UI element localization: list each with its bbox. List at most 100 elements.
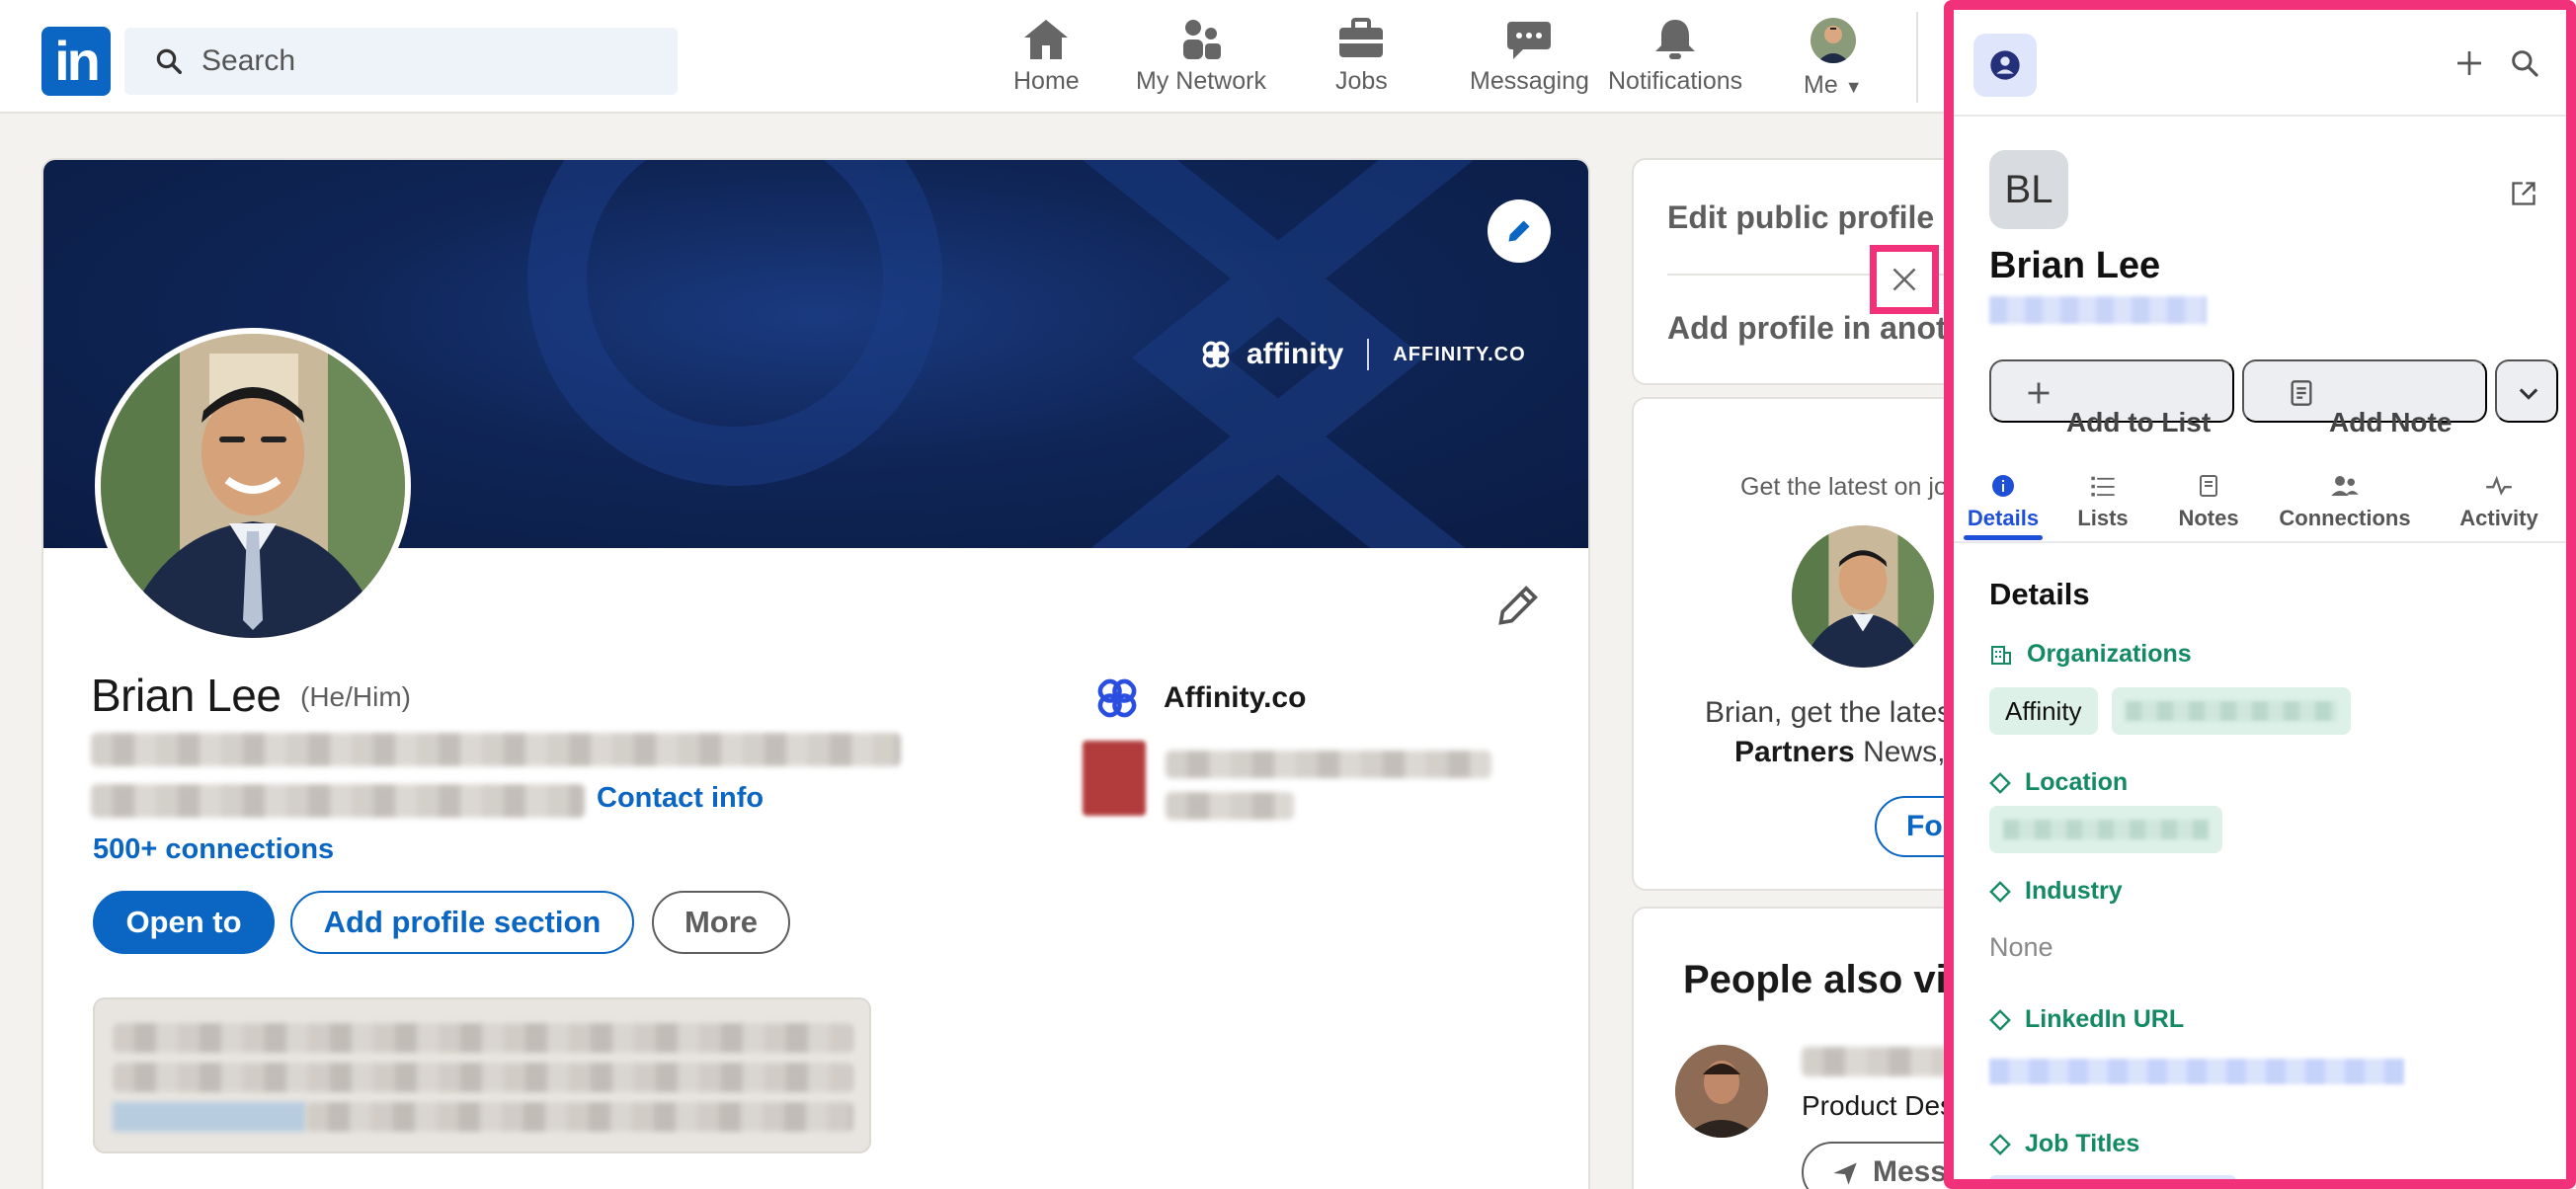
panel-person-name: Brian Lee bbox=[1989, 245, 2161, 286]
edit-banner-button[interactable] bbox=[1488, 199, 1551, 263]
open-to-button[interactable]: Open to bbox=[93, 891, 275, 954]
nav-notifications[interactable]: Notifications bbox=[1608, 18, 1742, 101]
bell-icon bbox=[1655, 20, 1696, 59]
details-heading: Details bbox=[1989, 577, 2090, 611]
contact-info-link[interactable]: Contact info bbox=[597, 782, 764, 815]
nav-jobs[interactable]: Jobs bbox=[1335, 18, 1388, 101]
nav-label: Jobs bbox=[1335, 67, 1388, 95]
linkedin-logo[interactable]: in bbox=[41, 27, 111, 96]
school-redacted-2 bbox=[1166, 792, 1294, 820]
search-icon bbox=[156, 48, 182, 74]
nav-label: Messaging bbox=[1470, 67, 1589, 95]
organization-chip[interactable]: Affinity bbox=[1989, 687, 2098, 735]
banner-affinity-logo: affinity AFFINITY.CO bbox=[1199, 338, 1526, 371]
building-icon bbox=[1991, 645, 2011, 665]
nav-me[interactable]: Me ▼ bbox=[1804, 18, 1863, 101]
search-bar[interactable] bbox=[124, 28, 678, 95]
school-redacted bbox=[1166, 751, 1491, 778]
close-panel-button[interactable] bbox=[1870, 245, 1939, 314]
diamond-icon bbox=[1989, 1133, 2011, 1155]
location-label: Location bbox=[1989, 768, 2128, 797]
job-titles-label: Job Titles bbox=[1989, 1130, 2139, 1158]
add-note-button[interactable]: Add Note bbox=[2242, 359, 2487, 437]
plus-icon[interactable] bbox=[2454, 47, 2485, 79]
list-icon bbox=[2091, 476, 2115, 497]
location-chip-redacted[interactable] bbox=[1989, 806, 2222, 853]
search-icon[interactable] bbox=[2509, 47, 2540, 79]
add-profile-language-link[interactable]: Add profile in another language bbox=[1667, 310, 1985, 347]
messaging-icon bbox=[1507, 22, 1552, 59]
diamond-icon bbox=[1989, 880, 2011, 903]
industry-value[interactable]: None bbox=[1989, 932, 2053, 963]
panel-toolbar bbox=[1954, 10, 2566, 117]
newsletter-card: Get the latest on jobs Brian, get the la… bbox=[1632, 397, 1987, 891]
info-icon bbox=[1992, 475, 2014, 497]
nav-my-network[interactable]: My Network bbox=[1136, 18, 1266, 101]
people-icon bbox=[2331, 476, 2359, 496]
people-icon bbox=[1182, 20, 1221, 59]
note-icon bbox=[2200, 475, 2217, 497]
edit-intro-button[interactable] bbox=[1495, 585, 1539, 633]
tab-connections[interactable]: Connections bbox=[2276, 472, 2414, 531]
plus-icon bbox=[2028, 382, 2050, 404]
open-to-work-box[interactable] bbox=[93, 997, 871, 1153]
job-title-redacted[interactable] bbox=[1989, 1175, 2236, 1179]
more-button[interactable]: More bbox=[652, 891, 790, 954]
edit-public-profile-link[interactable]: Edit public profile & URL bbox=[1667, 199, 1985, 236]
activity-icon bbox=[2486, 475, 2512, 496]
search-input[interactable] bbox=[201, 28, 656, 95]
nav-label: Notifications bbox=[1608, 67, 1743, 95]
location-redacted bbox=[91, 784, 585, 818]
tab-notes[interactable]: Notes bbox=[2169, 472, 2248, 531]
add-profile-section-button[interactable]: Add profile section bbox=[290, 891, 634, 954]
nav-messaging[interactable]: Messaging bbox=[1470, 18, 1589, 101]
nav-home[interactable]: Home bbox=[1013, 18, 1080, 101]
home-icon bbox=[1024, 20, 1069, 59]
external-link-icon[interactable] bbox=[2510, 180, 2537, 207]
briefcase-icon bbox=[1339, 18, 1384, 57]
note-icon bbox=[2291, 380, 2312, 406]
send-icon bbox=[1833, 1162, 1857, 1185]
person-avatar[interactable] bbox=[1675, 1045, 1768, 1138]
organization-chip-redacted[interactable] bbox=[2112, 687, 2351, 735]
email-redacted bbox=[1989, 296, 2207, 324]
school-logo-redacted bbox=[1083, 741, 1146, 816]
me-avatar bbox=[1810, 18, 1856, 63]
chevron-down-icon: ▼ bbox=[1844, 77, 1863, 97]
newsletter-avatar bbox=[1792, 525, 1934, 668]
organizations-label: Organizations bbox=[1989, 640, 2192, 669]
nav-label: Me ▼ bbox=[1804, 71, 1863, 99]
chevron-down-icon bbox=[2519, 388, 2538, 400]
profile-card: affinity AFFINITY.CO Brian Lee (He/Him) bbox=[41, 158, 1590, 1189]
affinity-logo-icon bbox=[1097, 678, 1137, 718]
profile-pronouns: (He/Him) bbox=[300, 681, 411, 712]
linkedin-url-label: LinkedIn URL bbox=[1989, 1005, 2184, 1034]
industry-label: Industry bbox=[1989, 877, 2123, 906]
affinity-logo-icon bbox=[1202, 341, 1230, 368]
add-to-list-button[interactable]: Add to List bbox=[1989, 359, 2234, 437]
nav-divider bbox=[1916, 12, 1918, 103]
diamond-icon bbox=[1989, 1008, 2011, 1031]
linkedin-url-redacted[interactable] bbox=[1989, 1059, 2404, 1084]
current-company[interactable]: Affinity.co bbox=[1092, 674, 1306, 723]
newsletter-text: Brian, get the latest Partners News, bbox=[1705, 696, 1961, 768]
diamond-icon bbox=[1989, 771, 2011, 794]
connections-link[interactable]: 500+ connections bbox=[93, 833, 334, 866]
pencil-icon bbox=[1508, 220, 1530, 242]
profile-photo[interactable] bbox=[95, 328, 411, 644]
headline-redacted bbox=[91, 733, 901, 766]
people-also-viewed-title: People also viewed bbox=[1683, 958, 1985, 1001]
people-also-viewed-card: People also viewed Product Designer Mess… bbox=[1632, 907, 1987, 1189]
user-profile-button[interactable] bbox=[1973, 34, 2037, 97]
tab-lists[interactable]: Lists bbox=[2068, 472, 2137, 531]
person-initials-avatar: BL bbox=[1989, 150, 2068, 229]
active-tab-indicator bbox=[1964, 535, 2043, 540]
pencil-icon bbox=[1498, 586, 1538, 625]
tab-details[interactable]: Details bbox=[1964, 472, 2043, 531]
user-circle-icon bbox=[1990, 50, 2020, 80]
newsletter-tagline: Get the latest on jobs bbox=[1740, 473, 1974, 501]
nav-label: Home bbox=[1013, 67, 1080, 95]
affinity-side-panel: BL Brian Lee Add to List Add Note Detail… bbox=[1944, 0, 2576, 1189]
tab-activity[interactable]: Activity bbox=[2448, 472, 2550, 531]
more-actions-button[interactable] bbox=[2495, 359, 2558, 423]
